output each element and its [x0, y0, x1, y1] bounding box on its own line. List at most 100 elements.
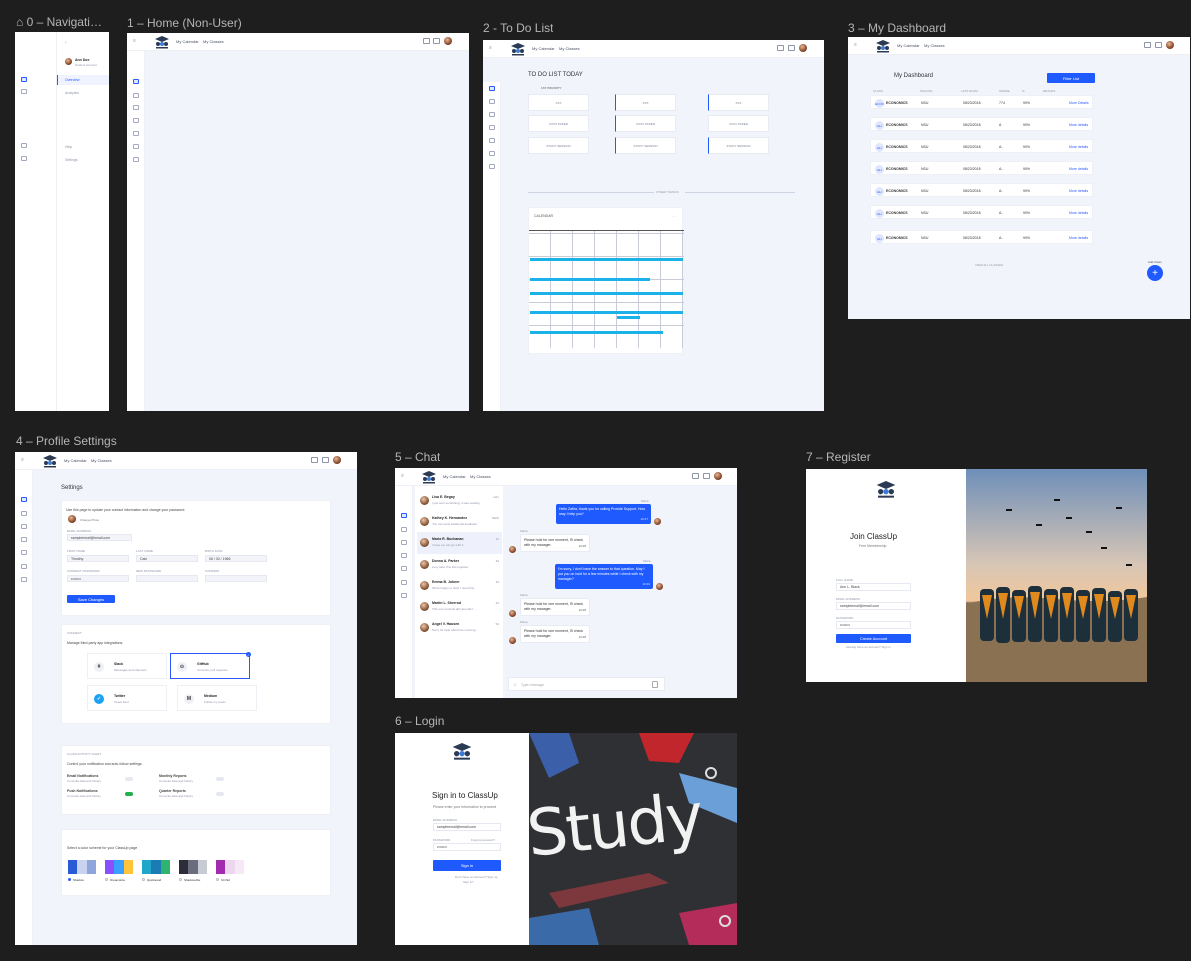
- chat-contact[interactable]: Maria R. Buchanan I hope we can go with i…: [417, 532, 502, 554]
- table-row[interactable]: EH ECONOMICS NSU 08/23/2018 A 90% More details: [870, 117, 1093, 131]
- nav-item-analytics[interactable]: Analytics: [65, 91, 79, 95]
- save-button[interactable]: Save Changes: [67, 595, 115, 603]
- last-name-field[interactable]: Cain: [136, 555, 198, 562]
- full-name-field[interactable]: Ann L. Black: [836, 583, 911, 591]
- back-icon[interactable]: ‹: [65, 40, 67, 46]
- theme-radio[interactable]: [179, 878, 182, 881]
- chart-icon[interactable]: [401, 527, 407, 532]
- chat-contact[interactable]: Angel V. Hausen Sorry for hear about the …: [417, 617, 502, 639]
- calendar-event[interactable]: [530, 311, 683, 314]
- gear-icon[interactable]: [21, 577, 27, 582]
- details-link[interactable]: More details: [1069, 189, 1088, 193]
- gear-icon[interactable]: [133, 157, 139, 162]
- view-all-link[interactable]: VIEW ALL CLASSES: [975, 263, 1003, 267]
- avatar[interactable]: [799, 44, 807, 52]
- color-swatch[interactable]: [179, 860, 207, 874]
- expand-icon[interactable]: [423, 38, 430, 44]
- book-icon[interactable]: [133, 105, 139, 110]
- password-field[interactable]: ••••••••: [433, 843, 501, 851]
- chat-contact[interactable]: Lisa E. Begay I just sent something, it w…: [417, 490, 502, 512]
- password-field[interactable]: ••••••••: [836, 621, 911, 629]
- avatar[interactable]: [714, 472, 722, 480]
- table-row[interactable]: EH ECONOMICS NSU 08/23/2018 A- 90% More detail…: [870, 205, 1093, 219]
- monthly-toggle[interactable]: [216, 777, 224, 781]
- integration-medium[interactable]: M Medium Follow my posts: [177, 685, 257, 711]
- nav-link-classes[interactable]: My Classes: [203, 39, 224, 44]
- nav-item-help[interactable]: Help: [65, 145, 72, 149]
- theme-radio[interactable]: [216, 878, 219, 881]
- grid-icon[interactable]: [489, 86, 495, 91]
- nav-link-classes[interactable]: My Classes: [924, 43, 945, 48]
- todo-item[interactable]: XXX: [615, 94, 676, 111]
- first-name-field[interactable]: Timothy: [67, 555, 129, 562]
- table-row[interactable]: EH ECONOMICS NSU 08/23/2018 A- 90% More detail…: [870, 139, 1093, 153]
- todo-item[interactable]: STUDY SESSION: [708, 137, 769, 154]
- grid-icon[interactable]: [401, 513, 407, 518]
- help-icon[interactable]: [401, 580, 407, 585]
- book-icon[interactable]: [489, 112, 495, 117]
- details-link[interactable]: More Details: [1069, 101, 1089, 105]
- avatar[interactable]: [333, 456, 341, 464]
- table-row[interactable]: EH ECONOMICS NSU 08/23/2018 A- 90% More detail…: [870, 161, 1093, 175]
- table-row[interactable]: ECON ECONOMICS NSU 08/23/2018 774 90% More Det…: [870, 95, 1093, 109]
- calendar-event[interactable]: [530, 331, 663, 334]
- nav-link-calendar[interactable]: My Calendar: [64, 458, 87, 463]
- email-field[interactable]: sampleemail@email.com: [433, 823, 501, 831]
- color-swatch[interactable]: [142, 860, 170, 874]
- filter-button[interactable]: Filter List: [1047, 73, 1095, 83]
- todo-item[interactable]: XXXX PAPER: [708, 115, 769, 132]
- user-icon[interactable]: [21, 497, 27, 502]
- doc-icon[interactable]: [21, 550, 27, 555]
- push-toggle[interactable]: [125, 792, 133, 796]
- integration-slack[interactable]: # Slack Messages and channels: [87, 653, 167, 679]
- theme-radio[interactable]: [142, 878, 145, 881]
- calendar-icon[interactable]: [133, 118, 139, 123]
- sign-in-button[interactable]: Sign in: [433, 860, 501, 871]
- nav-link-calendar[interactable]: My Calendar: [443, 474, 466, 479]
- theme-radio[interactable]: [105, 878, 108, 881]
- email-field[interactable]: sampleemail@email.com: [836, 602, 911, 610]
- profile-photo[interactable]: [68, 515, 76, 523]
- details-link[interactable]: More details: [1069, 145, 1088, 149]
- todo-item[interactable]: STUDY SESSION: [615, 137, 676, 154]
- doc-icon[interactable]: [489, 138, 495, 143]
- chart-icon[interactable]: [21, 511, 27, 516]
- book-icon[interactable]: [401, 540, 407, 545]
- chat-contact[interactable]: Donna A. Parker Lucy said, this this toge…: [417, 554, 502, 576]
- avatar[interactable]: [65, 58, 72, 65]
- nav-link-calendar[interactable]: My Calendar: [897, 43, 920, 48]
- color-swatch[interactable]: [216, 860, 244, 874]
- table-row[interactable]: EH ECONOMICS NSU 08/23/2018 A- 90% More detail…: [870, 230, 1093, 244]
- color-swatch[interactable]: [68, 860, 96, 874]
- details-link[interactable]: More details: [1069, 236, 1088, 240]
- birth-date-field[interactable]: 06 / 30 / 1966: [205, 555, 267, 562]
- mail-icon[interactable]: [703, 473, 710, 479]
- calendar-icon[interactable]: [489, 125, 495, 130]
- new-password-field[interactable]: [136, 575, 198, 582]
- more-icon[interactable]: …: [672, 213, 676, 218]
- calendar-icon[interactable]: [21, 537, 27, 542]
- email-toggle[interactable]: [125, 777, 133, 781]
- expand-icon[interactable]: [1144, 42, 1151, 48]
- chart-icon[interactable]: [133, 93, 139, 98]
- forgot-password-link[interactable]: Forgot password?: [471, 838, 495, 842]
- integration-twitter[interactable]: ✓ Twitter Tweet feed: [87, 685, 167, 711]
- book-icon[interactable]: [21, 524, 27, 529]
- grid-icon[interactable]: [21, 77, 27, 82]
- doc-icon[interactable]: [133, 131, 139, 136]
- todo-item[interactable]: XXXX PAPER: [615, 115, 676, 132]
- mail-icon[interactable]: [1155, 42, 1162, 48]
- help-icon[interactable]: [21, 564, 27, 569]
- mail-icon[interactable]: [788, 45, 795, 51]
- sign-up-link[interactable]: Don't have an account? Sign up: [455, 875, 497, 879]
- details-link[interactable]: More details: [1069, 123, 1088, 127]
- menu-icon[interactable]: ≡: [133, 38, 136, 44]
- nav-link-calendar[interactable]: My Calendar: [532, 46, 555, 51]
- sign-in-link[interactable]: Sign in?: [463, 880, 474, 884]
- todo-item[interactable]: STUDY SESSION: [528, 137, 589, 154]
- nav-link-classes[interactable]: My Classes: [91, 458, 112, 463]
- add-class-button[interactable]: +: [1147, 265, 1163, 281]
- avatar[interactable]: [1166, 41, 1174, 49]
- nav-link-calendar[interactable]: My Calendar: [176, 39, 199, 44]
- nav-link-classes[interactable]: My Classes: [559, 46, 580, 51]
